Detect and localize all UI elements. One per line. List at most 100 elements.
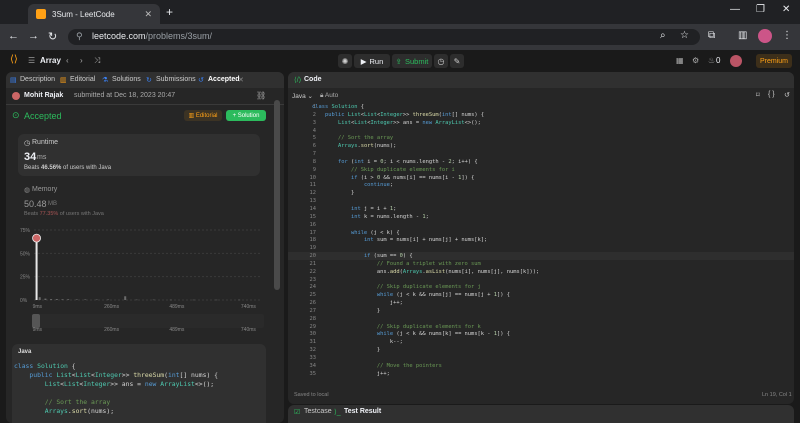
lock-icon: 🔒︎ bbox=[320, 92, 324, 99]
tab-editorial[interactable]: Editorial bbox=[70, 76, 95, 83]
browser-tab[interactable]: 3Sum - LeetCode ✕ bbox=[28, 4, 160, 24]
code-line[interactable]: j++; bbox=[312, 371, 539, 379]
code-line[interactable]: Arrays.sort(nums); bbox=[312, 143, 539, 151]
user-avatar[interactable] bbox=[730, 55, 742, 67]
code-line[interactable] bbox=[312, 222, 539, 230]
editorial-button[interactable]: ▥ Editorial bbox=[184, 110, 222, 121]
code-line[interactable]: int sum = nums[i] + nums[j] + nums[k]; bbox=[312, 237, 539, 245]
auto-mode[interactable]: 🔒︎ Auto bbox=[320, 92, 338, 100]
code-line[interactable]: class Solution { bbox=[312, 104, 539, 112]
upload-icon: ⇪ bbox=[395, 56, 402, 66]
code-line[interactable] bbox=[312, 277, 539, 285]
solution-button[interactable]: + Solution bbox=[226, 110, 266, 121]
code-line[interactable]: while (j < k && nums[k] == nums[k - 1]) … bbox=[312, 331, 539, 339]
code-line[interactable]: // Sort the array bbox=[312, 135, 539, 143]
settings-icon[interactable]: ⚙ bbox=[692, 56, 699, 65]
range-slider-handle bbox=[32, 314, 40, 328]
chart-bar bbox=[135, 299, 138, 301]
back-icon[interactable]: ← bbox=[8, 30, 19, 42]
code-line[interactable]: public List<List<Integer>> threeSum(int[… bbox=[312, 112, 539, 120]
code-line[interactable]: } bbox=[312, 347, 539, 355]
reload-icon[interactable]: ↻ bbox=[48, 30, 57, 43]
code-line[interactable]: } bbox=[312, 190, 539, 198]
code-line[interactable]: int k = nums.length - 1; bbox=[312, 214, 539, 222]
language-select[interactable]: Java ⌄ bbox=[292, 92, 313, 100]
menu-icon[interactable]: ⋮ bbox=[782, 30, 792, 41]
minimize-icon[interactable]: — bbox=[730, 4, 740, 15]
code-editor[interactable]: class Solution { public List<List<Intege… bbox=[312, 104, 539, 379]
url-host: leetcode.com bbox=[92, 31, 146, 41]
memory-beats-suffix: of users with Java bbox=[59, 211, 104, 217]
tab-solutions[interactable]: Solutions bbox=[112, 76, 141, 83]
code-line[interactable]: while (j < k) { bbox=[312, 230, 539, 238]
reset-code-icon[interactable]: ↺ bbox=[784, 91, 790, 99]
bookmark-icon[interactable]: ⌑ bbox=[756, 91, 760, 99]
code-line[interactable]: } bbox=[312, 308, 539, 316]
code-line[interactable]: // Found a triplet with zero sum bbox=[312, 261, 539, 269]
close-window-icon[interactable]: ✕ bbox=[782, 4, 790, 15]
leetcode-favicon-icon bbox=[36, 9, 46, 19]
code-line[interactable]: // Skip duplicate elements for j bbox=[312, 284, 539, 292]
code-line[interactable]: ans.add(Arrays.asList(nums[i], nums[j], … bbox=[312, 269, 539, 277]
code-line[interactable] bbox=[312, 245, 539, 253]
notes-icon[interactable]: ✎ bbox=[450, 54, 464, 68]
restore-icon[interactable]: ❐ bbox=[756, 4, 765, 15]
memory-value: 50.48 bbox=[24, 199, 47, 209]
share-link-icon[interactable]: ⛓ bbox=[256, 91, 266, 100]
new-tab-icon[interactable]: + bbox=[166, 5, 173, 19]
close-tab-icon[interactable]: ✕ bbox=[144, 9, 152, 20]
leetcode-logo-icon[interactable]: ⟨⟩ bbox=[10, 54, 18, 65]
submitter-name[interactable]: Mohit Rajak bbox=[24, 92, 63, 99]
code-line[interactable]: // Skip duplicate elements for k bbox=[312, 324, 539, 332]
timer-icon[interactable]: ◷ bbox=[434, 54, 448, 68]
problem-list-title[interactable]: Array bbox=[40, 56, 61, 65]
site-info-icon[interactable]: ⚲ bbox=[76, 31, 83, 42]
code-line[interactable]: List<List<Integer>> ans = new ArrayList<… bbox=[312, 120, 539, 128]
code-line[interactable]: k--; bbox=[312, 339, 539, 347]
chart-bar bbox=[75, 299, 78, 300]
problem-list-icon[interactable]: ☰ bbox=[28, 56, 35, 65]
tab-submissions[interactable]: Submissions bbox=[156, 76, 196, 83]
code-line[interactable]: // Move the pointers bbox=[312, 363, 539, 371]
profile-avatar[interactable] bbox=[758, 29, 772, 43]
forward-icon[interactable]: → bbox=[28, 30, 39, 42]
run-button[interactable]: ▶ Run bbox=[354, 54, 390, 68]
code-line[interactable]: int j = i + 1; bbox=[312, 206, 539, 214]
code-line[interactable] bbox=[312, 355, 539, 363]
tab-description[interactable]: Description bbox=[20, 76, 55, 83]
debug-icon[interactable]: ✺ bbox=[338, 54, 352, 68]
submit-label: Submit bbox=[404, 56, 429, 66]
sidebar-icon[interactable]: ▥ bbox=[738, 30, 747, 41]
shuffle-icon[interactable]: ⤨ bbox=[94, 56, 100, 66]
tab-testcase[interactable]: Testcase bbox=[304, 408, 332, 415]
code-line[interactable]: j++; bbox=[312, 300, 539, 308]
code-line[interactable]: for (int i = 0; i < nums.length - 2; i++… bbox=[312, 159, 539, 167]
code-line[interactable]: continue; bbox=[312, 182, 539, 190]
tab-test-result[interactable]: Test Result bbox=[344, 408, 381, 415]
code-line[interactable] bbox=[312, 198, 539, 206]
bookmark-star-icon[interactable]: ☆ bbox=[680, 30, 689, 41]
left-scrollbar[interactable] bbox=[274, 100, 280, 290]
close-accepted-tab-icon[interactable]: ✕ bbox=[238, 76, 244, 84]
search-icon[interactable]: ⌕ bbox=[660, 30, 666, 41]
layout-icon[interactable]: ▦ bbox=[676, 56, 684, 65]
code-line[interactable]: if (sum == 0) { bbox=[312, 253, 539, 261]
streak-fire-icon[interactable]: ♨ bbox=[708, 56, 715, 65]
code-line: // Sort the array bbox=[44, 398, 111, 406]
tab-accepted[interactable]: Accepted bbox=[208, 76, 240, 83]
code-line[interactable]: while (j < k && nums[j] == nums[j + 1]) … bbox=[312, 292, 539, 300]
code-line[interactable]: // Skip duplicate elements for i bbox=[312, 167, 539, 175]
submit-button[interactable]: ⇪ Submit bbox=[392, 54, 432, 68]
url-text[interactable]: leetcode.com/problems/3sum/ bbox=[92, 31, 212, 41]
code-line[interactable] bbox=[312, 128, 539, 136]
prev-problem-icon[interactable]: ‹ bbox=[66, 56, 69, 65]
runtime-distribution-chart[interactable]: 75% 50% 25% 0% 9ms 260ms 489ms 740ms 9ms 260ms 489… bbox=[12, 222, 272, 338]
premium-button[interactable]: Premium bbox=[756, 54, 792, 68]
code-line[interactable]: if (i > 0 && nums[i] == nums[i - 1]) { bbox=[312, 175, 539, 183]
submitted-code[interactable]: class Solution { public List<List<Intege… bbox=[14, 362, 218, 416]
format-braces-icon[interactable]: { } bbox=[768, 91, 775, 98]
extensions-icon[interactable]: ⧉ bbox=[708, 30, 715, 41]
code-line[interactable] bbox=[312, 316, 539, 324]
next-problem-icon[interactable]: › bbox=[80, 56, 83, 65]
code-line[interactable] bbox=[312, 151, 539, 159]
